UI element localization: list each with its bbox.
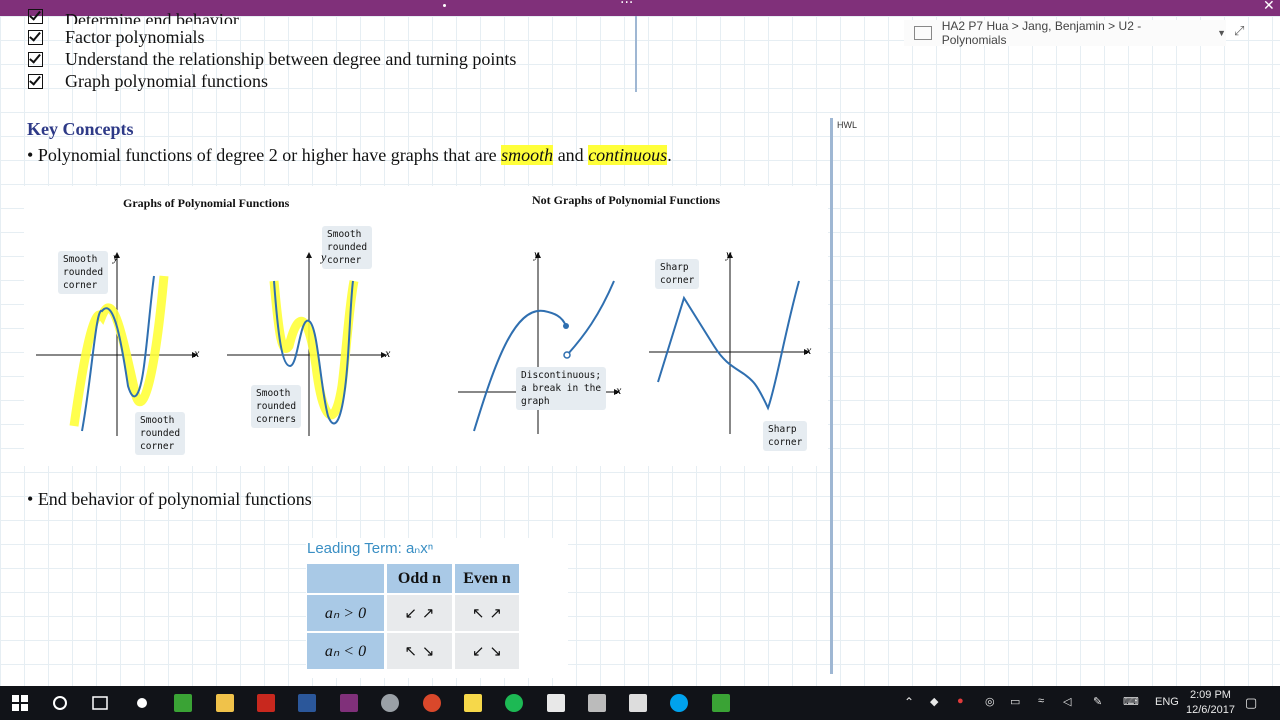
closed-endpoint (563, 323, 569, 329)
camera-icon[interactable] (629, 694, 647, 712)
brightness-app-icon[interactable] (133, 694, 151, 712)
panel-divider (830, 118, 833, 674)
file-explorer-icon[interactable] (216, 694, 234, 712)
objective-item: Understand the relationship between degr… (28, 49, 516, 70)
label-smooth-corner: Smooth rounded corner (58, 251, 109, 294)
titlebar-marker (443, 4, 446, 7)
camtasia-icon[interactable] (174, 694, 192, 712)
more-options-icon[interactable]: ··· (620, 0, 633, 11)
table-corner (307, 564, 384, 593)
bullet-dot: • (27, 489, 34, 509)
breadcrumb-text[interactable]: HA2 P7 Hua > Jang, Benjamin > U2 - Polyn… (942, 19, 1205, 47)
end-behavior-cell: ↙ ↗ (387, 595, 452, 631)
language-indicator[interactable]: ENG (1155, 696, 1179, 708)
open-endpoint (563, 351, 571, 359)
divider-line (635, 16, 637, 92)
chevron-up-icon[interactable]: ⌃ (904, 695, 914, 709)
col-header-even: Even n (455, 564, 519, 593)
objective-text: Factor polynomials (65, 27, 205, 47)
task-view-icon[interactable] (91, 694, 109, 712)
chevron-down-icon[interactable]: ▼ (1217, 28, 1226, 38)
windows-start-icon[interactable] (11, 694, 29, 712)
chrome-icon[interactable] (423, 694, 441, 712)
objective-text: Determine end behavior (65, 10, 239, 24)
leading-term-table: Leading Term: aₙxⁿ Odd n Even n aₙ > 0 ↙… (306, 538, 568, 678)
checkbox-checked-icon[interactable] (28, 52, 43, 67)
label-sharp-corner: Sharp corner (655, 259, 700, 289)
row-header-negative: aₙ < 0 (307, 633, 384, 669)
bullet-text-pre: Polynomial functions of degree 2 or high… (37, 145, 502, 165)
highlight-continuous: continuous (588, 145, 668, 165)
axis-label-x: x (385, 346, 391, 360)
polynomial-graphs-figure: Graphs of Polynomial Functions Not Graph… (24, 186, 828, 466)
leading-term-title: Leading Term: aₙxⁿ (307, 540, 434, 557)
discontinuous-curve-right (567, 280, 615, 355)
notifications-icon[interactable]: ▢ (1245, 695, 1257, 711)
clock-date[interactable]: 12/6/2017 (1186, 704, 1235, 716)
axis-label-x: x (806, 343, 812, 357)
cubic-curve (81, 275, 155, 432)
label-discontinuous: Discontinuous; a break in the graph (516, 367, 607, 410)
axis-arrow (306, 252, 312, 258)
col-header-odd: Odd n (387, 564, 452, 593)
end-behavior-cell: ↖ ↗ (455, 595, 519, 631)
end-behavior-cell: ↖ ↘ (387, 633, 452, 669)
row-header-positive: aₙ > 0 (307, 595, 384, 631)
bullet-text-and: and (553, 145, 589, 165)
label-smooth-corner: Smooth rounded corner (322, 226, 373, 269)
skype-icon[interactable] (670, 694, 688, 712)
acrobat-icon[interactable] (257, 694, 275, 712)
mail-icon[interactable] (547, 694, 565, 712)
axis-label-y: y (726, 247, 732, 261)
sharp-corner-curve (657, 280, 800, 411)
objective-item: Graph polynomial functions (28, 71, 268, 92)
pen-icon[interactable]: ✎ (1093, 695, 1102, 708)
close-icon[interactable]: ✕ (1263, 0, 1275, 14)
label-smooth-corner: Smooth rounded corner (135, 412, 186, 455)
side-note[interactable]: HWL (837, 120, 857, 130)
search-icon[interactable] (51, 694, 69, 712)
objective-text: Graph polynomial functions (65, 71, 268, 91)
objective-item: Determine end behavior (28, 4, 239, 24)
keyboard-icon[interactable]: ⌨ (1123, 695, 1139, 708)
spotify-icon[interactable] (505, 694, 523, 712)
end-behavior-cell: ↙ ↘ (455, 633, 519, 669)
volume-icon[interactable]: ◁ (1063, 695, 1071, 708)
objective-text: Understand the relationship between degr… (65, 49, 517, 69)
battery-icon[interactable]: ▭ (1010, 695, 1020, 708)
label-sharp-corner: Sharp corner (763, 421, 808, 451)
bullet-dot: • (27, 145, 34, 165)
label-smooth-corners: Smooth rounded corners (251, 385, 302, 428)
highlight-smooth: smooth (501, 145, 554, 165)
windows-taskbar: ⌃ ◆ ● ◎ ▭ ≈ ◁ ✎ ⌨ ENG 2:09 PM 12/6/2017 … (0, 686, 1280, 720)
bullet-text-end: . (667, 145, 672, 165)
discord-icon[interactable]: ◆ (930, 695, 938, 708)
axis-label-y: y (113, 250, 119, 264)
word-icon[interactable] (298, 694, 316, 712)
clock-time[interactable]: 2:09 PM (1190, 689, 1231, 701)
notebook-icon (914, 26, 932, 40)
checkbox-checked-icon[interactable] (28, 30, 43, 45)
sticky-notes-icon[interactable] (464, 694, 482, 712)
record-icon[interactable]: ● (957, 695, 964, 707)
notebook-breadcrumb[interactable]: HA2 P7 Hua > Jang, Benjamin > U2 - Polyn… (904, 19, 1226, 47)
onenote-icon[interactable] (340, 694, 358, 712)
checkbox-checked-icon[interactable] (28, 9, 43, 24)
key-concepts-heading: Key Concepts (27, 119, 134, 139)
app-icon[interactable] (381, 694, 399, 712)
checkbox-checked-icon[interactable] (28, 74, 43, 89)
calculator-icon[interactable] (588, 694, 606, 712)
axis-label-x: x (194, 346, 200, 360)
concept-bullet: • End behavior of polynomial functions (27, 489, 312, 510)
camtasia-recorder-icon[interactable] (712, 694, 730, 712)
expand-icon[interactable]: ⤢ (1234, 24, 1244, 39)
bullet-text: End behavior of polynomial functions (37, 489, 312, 509)
axis-label-y: y (534, 247, 540, 261)
steam-icon[interactable]: ◎ (985, 695, 995, 708)
objective-item: Factor polynomials (28, 27, 204, 48)
axis-label-x: x (616, 383, 622, 397)
concept-bullet: • Polynomial functions of degree 2 or hi… (27, 145, 672, 166)
wifi-icon[interactable]: ≈ (1038, 695, 1044, 707)
axis-label-y: y (321, 250, 327, 264)
